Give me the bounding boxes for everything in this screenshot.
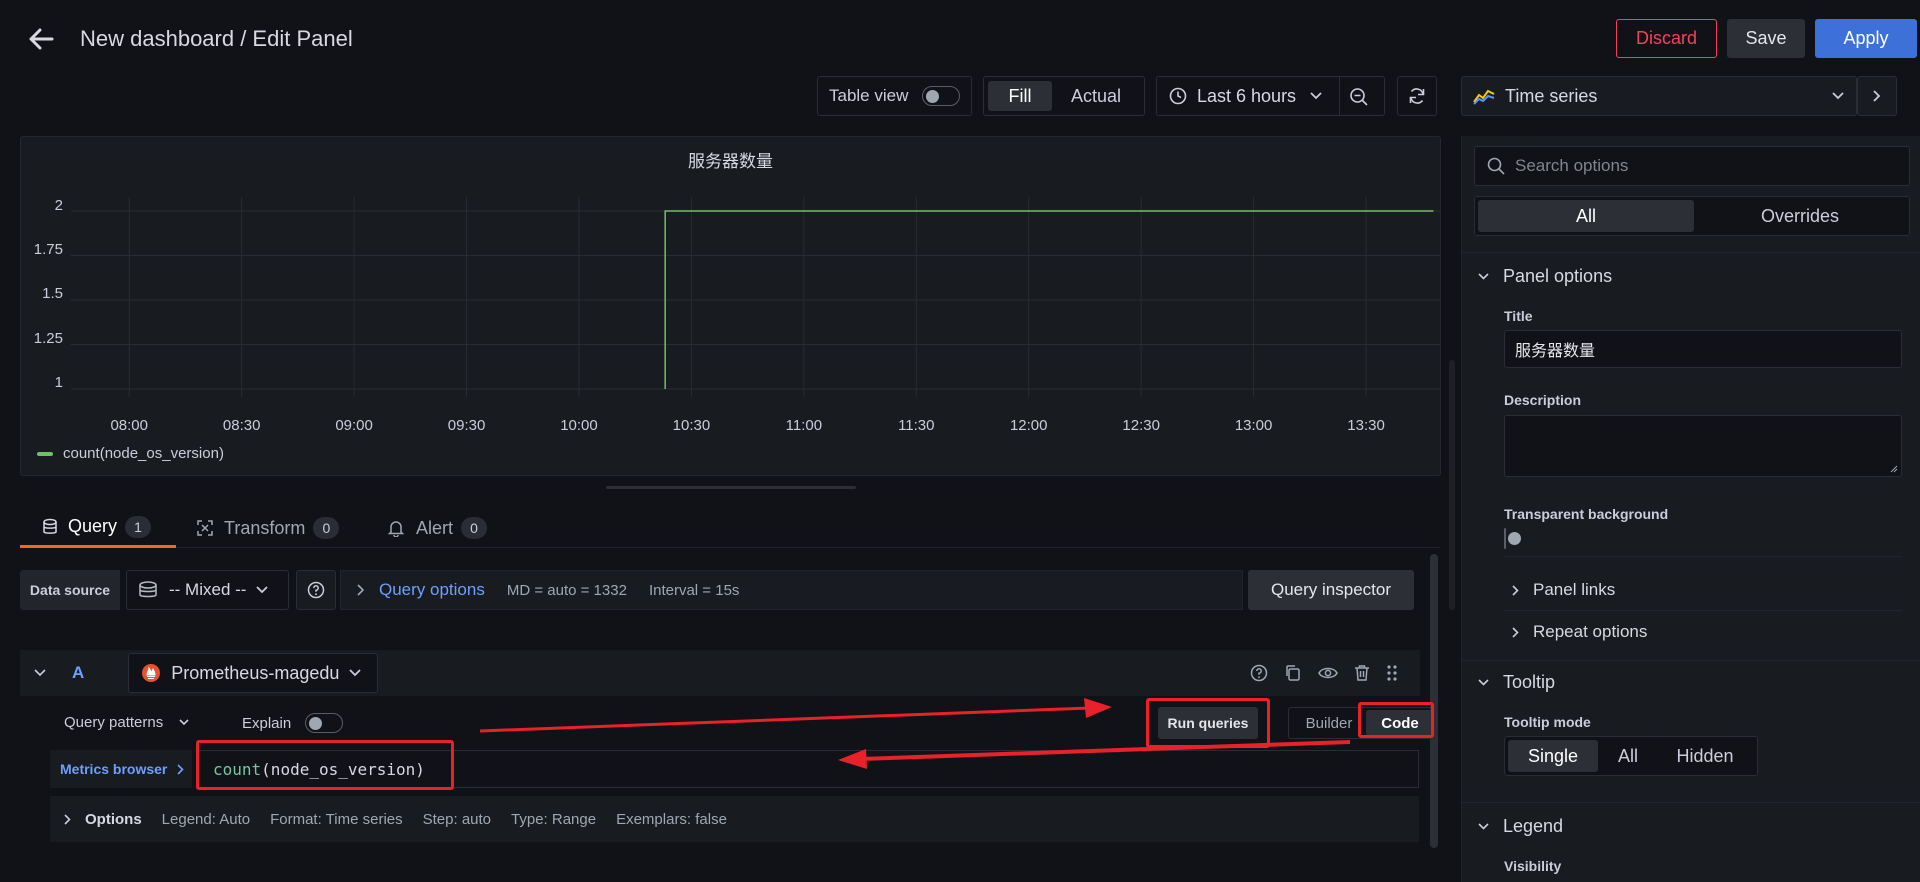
tab-all[interactable]: All xyxy=(1478,200,1694,232)
options-pane: Search options All Overrides Panel optio… xyxy=(1461,136,1920,882)
panel-links-header[interactable]: Panel links xyxy=(1512,580,1615,600)
tooltip-header[interactable]: Tooltip xyxy=(1478,672,1555,693)
panel-options-label: Panel options xyxy=(1503,266,1613,286)
tooltip-mode-label: Tooltip mode xyxy=(1504,714,1591,730)
repeat-options-header[interactable]: Repeat options xyxy=(1512,622,1647,642)
search-options-input[interactable]: Search options xyxy=(1474,146,1910,186)
legend-section-label: Legend xyxy=(1503,816,1564,836)
transparent-label: Transparent background xyxy=(1504,506,1669,522)
panel-links-label: Panel links xyxy=(1533,580,1616,599)
chevron-down-icon xyxy=(1478,273,1489,280)
tooltip-label: Tooltip xyxy=(1503,672,1556,692)
transparent-switch[interactable] xyxy=(1504,528,1506,549)
options-tabs: All Overrides xyxy=(1474,196,1910,236)
tooltip-mode-all[interactable]: All xyxy=(1598,740,1658,772)
search-icon xyxy=(1487,157,1505,175)
search-placeholder: Search options xyxy=(1515,156,1629,175)
tooltip-mode-hidden[interactable]: Hidden xyxy=(1658,740,1752,772)
chevron-down-icon xyxy=(1478,823,1489,830)
description-textarea[interactable] xyxy=(1504,415,1902,477)
visibility-label: Visibility xyxy=(1504,858,1562,874)
tab-overrides[interactable]: Overrides xyxy=(1694,200,1906,232)
tooltip-mode-group: Single All Hidden xyxy=(1504,736,1758,776)
panel-options-header[interactable]: Panel options xyxy=(1478,266,1612,287)
legend-header[interactable]: Legend xyxy=(1478,816,1563,837)
title-label: Title xyxy=(1504,308,1533,324)
description-label: Description xyxy=(1504,392,1582,408)
tooltip-mode-single[interactable]: Single xyxy=(1508,740,1598,772)
chevron-down-icon xyxy=(1478,679,1489,686)
title-input-value: 服务器数量 xyxy=(1515,343,1596,360)
chevron-right-icon xyxy=(1512,626,1519,638)
title-input[interactable]: 服务器数量 xyxy=(1504,330,1902,368)
repeat-options-label: Repeat options xyxy=(1533,622,1648,641)
chevron-right-icon xyxy=(1512,584,1519,596)
